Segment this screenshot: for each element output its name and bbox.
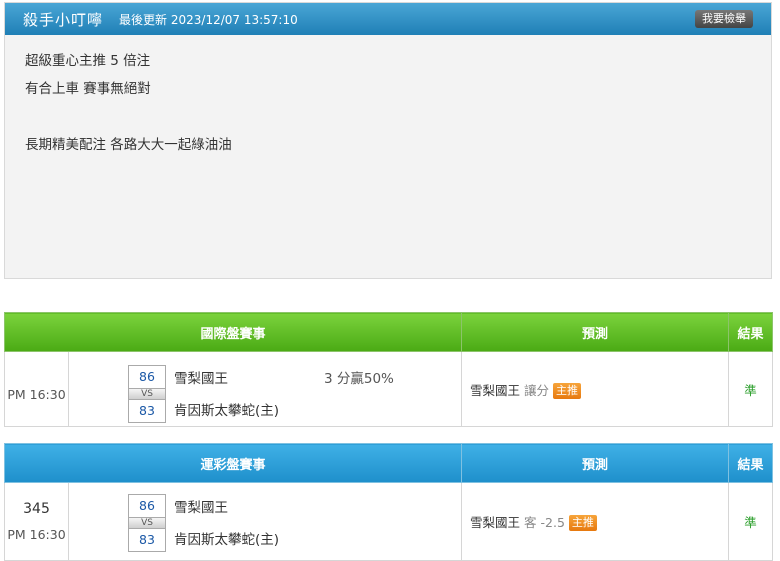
sports-header-result: 結果 xyxy=(728,443,774,483)
intl-table: 國際盤賽事 預測 結果 PM 16:30 86 VS 83 雪梨國王 肯因斯太攀… xyxy=(3,312,774,427)
article-line: 有合上車 賽事無絕對 xyxy=(25,81,151,97)
vs-label: VS xyxy=(128,389,166,399)
intl-header-row: 國際盤賽事 預測 結果 xyxy=(3,312,774,352)
article-line xyxy=(25,103,771,131)
intl-header-result: 結果 xyxy=(728,312,774,352)
article-line: 超級重心主推 5 倍注 xyxy=(25,53,151,69)
away-score: 83 xyxy=(128,528,166,552)
last-updated: 最後更新 2023/12/07 13:57:10 xyxy=(119,11,298,28)
prediction-cell: 雪梨國王 讓分 主推 xyxy=(461,351,730,427)
report-button[interactable]: 我要檢舉 xyxy=(695,10,753,28)
author-name[interactable]: 殺手小叮嚀 xyxy=(23,9,103,30)
table-row: PM 16:30 86 VS 83 雪梨國王 肯因斯太攀蛇(主) 3 分贏50%… xyxy=(4,351,774,427)
intl-header-prediction: 預測 xyxy=(461,312,730,352)
main-pick-badge: 主推 xyxy=(568,515,597,531)
prediction-odds: 客 -2.5 xyxy=(524,515,565,530)
match-time: PM 16:30 xyxy=(7,527,66,542)
prediction-odds: 讓分 xyxy=(524,382,550,398)
home-team: 雪梨國王 xyxy=(174,500,228,516)
main-pick-badge: 主推 xyxy=(553,382,582,399)
result-cell: 準 xyxy=(728,351,774,427)
home-score: 86 xyxy=(128,494,166,518)
table-row: 345 PM 16:30 86 VS 83 雪梨國王 肯因斯太攀蛇(主) 雪梨國… xyxy=(4,482,774,561)
sports-header-event: 運彩盤賽事 xyxy=(3,443,463,483)
handicap-result: 3 分贏50% xyxy=(324,371,394,387)
prediction-team: 雪梨國王 xyxy=(470,515,521,530)
match-cell: 86 VS 83 雪梨國王 肯因斯太攀蛇(主) xyxy=(67,482,463,561)
sports-table: 運彩盤賽事 預測 結果 345 PM 16:30 86 VS 83 雪梨國王 肯… xyxy=(3,443,774,561)
home-team: 雪梨國王 xyxy=(174,371,228,387)
score-box: 86 VS 83 xyxy=(128,494,166,552)
match-time-cell: PM 16:30 xyxy=(4,351,69,427)
result-cell: 準 xyxy=(728,482,774,561)
article-panel: 殺手小叮嚀 最後更新 2023/12/07 13:57:10 我要檢舉 超級重心… xyxy=(4,2,772,279)
sports-header-prediction: 預測 xyxy=(461,443,730,483)
intl-header-event: 國際盤賽事 xyxy=(3,312,463,352)
match-cell: 86 VS 83 雪梨國王 肯因斯太攀蛇(主) 3 分贏50% xyxy=(67,351,463,427)
away-score: 83 xyxy=(128,399,166,423)
vs-label: VS xyxy=(128,518,166,528)
prediction-team: 雪梨國王 xyxy=(470,382,521,398)
article-line: 長期精美配注 各路大大一起綠油油 xyxy=(25,137,232,153)
away-team: 肯因斯太攀蛇(主) xyxy=(174,403,280,419)
home-score: 86 xyxy=(128,365,166,389)
article-body: 超級重心主推 5 倍注 有合上車 賽事無絕對 長期精美配注 各路大大一起綠油油 xyxy=(5,35,771,159)
article-header: 殺手小叮嚀 最後更新 2023/12/07 13:57:10 我要檢舉 xyxy=(5,3,771,35)
match-time: PM 16:30 xyxy=(7,386,66,402)
prediction-cell: 雪梨國王客 -2.5 主推 xyxy=(461,482,730,561)
away-team: 肯因斯太攀蛇(主) xyxy=(174,532,280,548)
last-updated-time: 2023/12/07 13:57:10 xyxy=(170,12,298,27)
match-number: 345 xyxy=(23,501,50,517)
score-box: 86 VS 83 xyxy=(128,365,166,423)
match-time-cell: 345 PM 16:30 xyxy=(4,482,69,561)
last-updated-label: 最後更新 xyxy=(119,12,168,27)
sports-header-row: 運彩盤賽事 預測 結果 xyxy=(3,443,774,483)
